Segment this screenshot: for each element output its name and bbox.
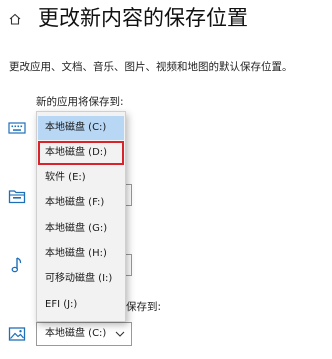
picture-icon: [8, 327, 26, 341]
home-icon[interactable]: [8, 12, 22, 26]
dropdown-option-j[interactable]: EFI (J:): [38, 293, 124, 317]
maps-save-label: 保存到:: [126, 301, 162, 313]
drive-dropdown-list: 本地磁盘 (C:) 本地磁盘 (D:) 软件 (E:) 本地磁盘 (F:) 本地…: [36, 111, 126, 322]
dropdown-option-d[interactable]: 本地磁盘 (D:): [38, 141, 124, 165]
page-description: 更改应用、文档、音乐、图片、视频和地图的默认保存位置。: [9, 61, 293, 73]
document-folder-icon: [8, 190, 26, 204]
settings-page: 更改新内容的保存位置 更改应用、文档、音乐、图片、视频和地图的默认保存位置。 新…: [0, 0, 332, 359]
dropdown-option-c[interactable]: 本地磁盘 (C:): [38, 116, 124, 140]
pictures-save-combo[interactable]: 本地磁盘 (C:): [36, 322, 132, 346]
page-header: 更改新内容的保存位置: [0, 0, 332, 40]
keyboard-icon: [8, 122, 26, 134]
dropdown-option-f[interactable]: 本地磁盘 (F:): [38, 191, 124, 215]
chevron-down-icon: [115, 331, 125, 337]
dropdown-option-g[interactable]: 本地磁盘 (G:): [38, 217, 124, 241]
page-title: 更改新内容的保存位置: [38, 6, 248, 30]
dropdown-option-h[interactable]: 本地磁盘 (H:): [38, 242, 124, 266]
dropdown-option-i[interactable]: 可移动磁盘 (I:): [38, 267, 124, 291]
music-note-icon: [11, 257, 22, 273]
pictures-save-value: 本地磁盘 (C:): [45, 328, 107, 339]
apps-save-label: 新的应用将保存到:: [36, 96, 124, 108]
dropdown-option-e[interactable]: 软件 (E:): [38, 166, 124, 190]
